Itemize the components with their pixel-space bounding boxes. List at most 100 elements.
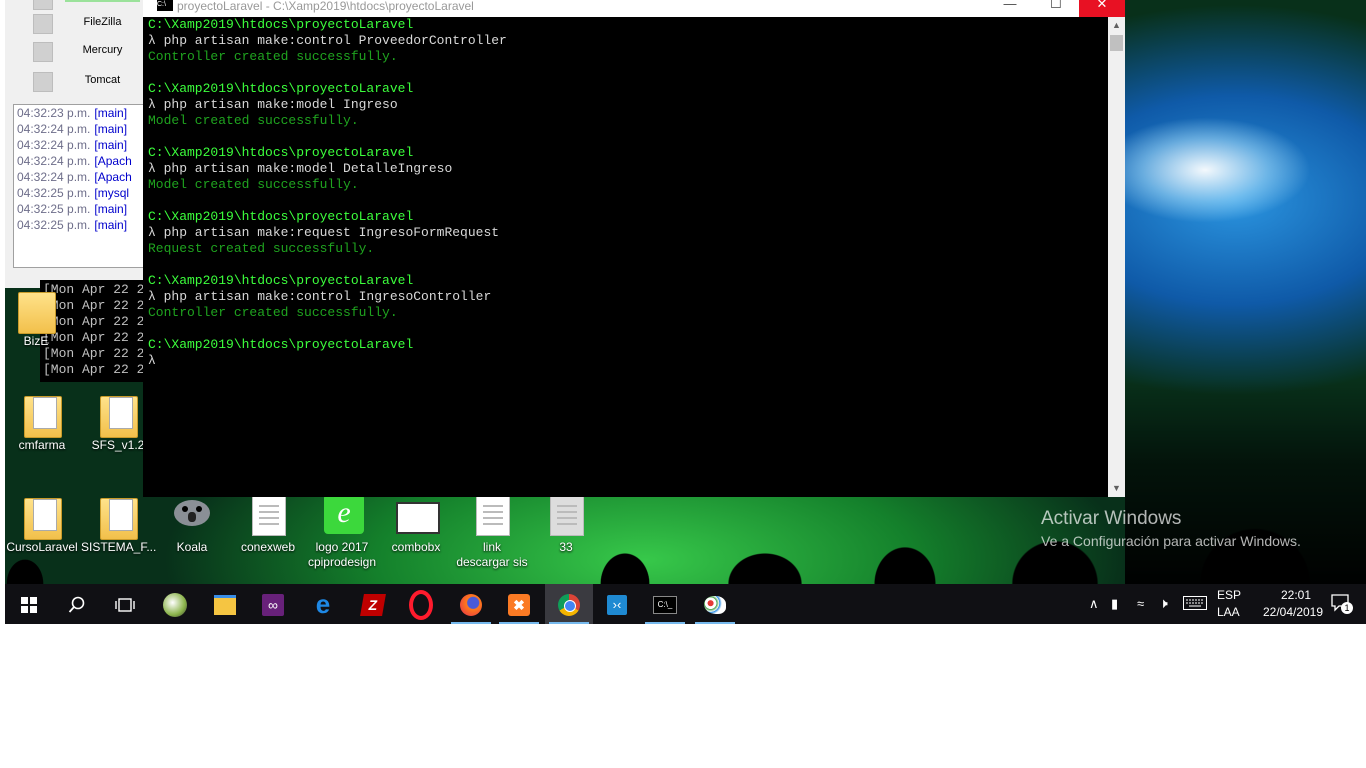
service-name: Tomcat	[84, 74, 121, 86]
show-hidden-icons-chevron-up-icon[interactable]: ∧	[1089, 596, 1099, 624]
scroll-thumb[interactable]	[1110, 35, 1123, 51]
image-icon: e	[324, 494, 364, 538]
log-entry: 04:32:25 p.m. [main]	[17, 202, 128, 216]
icon-label: SISTEMA_F...	[81, 540, 157, 554]
desktop-icon-conexweb[interactable]: conexweb	[231, 494, 305, 555]
file-icon	[250, 494, 286, 538]
running-indicator	[695, 622, 735, 624]
terminal-line-ok: Controller created successfully.	[148, 305, 398, 320]
service-status-running	[65, 0, 140, 2]
input-layout[interactable]: LAA	[1217, 605, 1240, 619]
wifi-icon[interactable]: ≈	[1137, 596, 1144, 624]
desktop-icon-logo[interactable]: e logo 2017 cpiprodesign	[305, 494, 379, 570]
desktop-icon-sistema[interactable]: SISTEMA_F...	[81, 494, 157, 555]
icon-label: 33	[559, 540, 573, 554]
terminal-line-path: C:\Xamp2019\htdocs\proyectoLaravel	[148, 145, 414, 160]
desktop: FileZilla Mercury Tomcat 04:32:23 p.m. [m…	[5, 0, 1366, 624]
file-icon	[548, 494, 584, 538]
image-icon	[396, 494, 440, 538]
log-entry: 04:32:24 p.m. [main]	[17, 122, 128, 136]
terminal-line-cmd: λ php artisan make:request IngresoFormRe…	[148, 225, 500, 240]
input-language[interactable]: ESP	[1217, 588, 1241, 602]
paint-icon[interactable]	[691, 584, 739, 624]
action-center-icon[interactable]: 1	[1331, 594, 1353, 624]
service-checkbox[interactable]	[33, 42, 53, 62]
terminal-line-cmd: λ php artisan make:control ProveedorCont…	[148, 33, 507, 48]
log-entry: 04:32:24 p.m. [Apach	[17, 154, 132, 168]
file-icon	[474, 494, 510, 538]
folder-icon	[18, 288, 56, 334]
close-button[interactable]: ✕	[1079, 0, 1125, 17]
terminal-line-ok: Model created successfully.	[148, 113, 359, 128]
clock-time[interactable]: 22:01	[1261, 588, 1331, 602]
service-row-mercury: Mercury	[5, 38, 145, 66]
terminal-scrollbar[interactable]: ▲ ▼	[1108, 17, 1125, 497]
volume-icon[interactable]: 🕨	[1159, 595, 1168, 624]
opera-icon[interactable]	[397, 584, 445, 624]
task-view-icon[interactable]	[101, 584, 149, 624]
chrome-icon[interactable]	[545, 584, 593, 624]
terminal-line-ok: Controller created successfully.	[148, 49, 398, 64]
maximize-button[interactable]: ☐	[1033, 0, 1079, 17]
search-icon[interactable]	[53, 584, 101, 624]
log-entry: 04:32:23 p.m. [main]	[17, 106, 128, 120]
icon-label: CursoLaravel	[6, 540, 78, 554]
service-checkbox[interactable]	[33, 72, 53, 92]
desktop-icon-combobx[interactable]: combobx	[379, 494, 453, 555]
inkscape-icon[interactable]	[151, 584, 199, 624]
edge-icon[interactable]: e	[299, 584, 347, 624]
log-entry: 04:32:25 p.m. [main]	[17, 218, 128, 232]
service-checkbox[interactable]	[33, 14, 53, 34]
clock-date[interactable]: 22/04/2019	[1253, 605, 1333, 619]
desktop-icon-cmfarma[interactable]: cmfarma	[5, 392, 79, 453]
keyboard-icon[interactable]	[1183, 596, 1207, 624]
terminal-line-cmd: λ php artisan make:model Ingreso	[148, 97, 398, 112]
folder-icon	[24, 494, 62, 540]
desktop-icon-cursolaravel[interactable]: CursoLaravel	[5, 494, 79, 555]
battery-icon[interactable]: ▮	[1111, 596, 1118, 624]
firefox-icon[interactable]	[447, 584, 495, 624]
desktop-icon-link[interactable]: link descargar sis	[455, 494, 529, 570]
xampp-icon[interactable]: ✖	[495, 584, 543, 624]
running-indicator	[645, 622, 685, 624]
running-indicator	[451, 622, 491, 624]
desktop-icon-33[interactable]: 33	[529, 494, 603, 555]
terminal-line-ok: Request created successfully.	[148, 241, 375, 256]
desktop-icon-bize[interactable]: BizE	[5, 288, 73, 349]
terminal-line-path: C:\Xamp2019\htdocs\proyectoLaravel	[148, 273, 414, 288]
desktop-icon-koala[interactable]: Koala	[155, 494, 229, 555]
visual-studio-icon[interactable]: ∞	[249, 584, 297, 624]
icon-label: Koala	[176, 540, 208, 554]
minimize-button[interactable]: —	[987, 0, 1033, 17]
scroll-down-arrow-icon[interactable]: ▼	[1108, 480, 1125, 497]
terminal-line-ok: Model created successfully.	[148, 177, 359, 192]
icon-label: logo 2017 cpiprodesign	[307, 540, 377, 569]
folder-icon	[100, 494, 138, 540]
terminal-line-path: C:\Xamp2019\htdocs\proyectoLaravel	[148, 17, 414, 32]
terminal-line-path: C:\Xamp2019\htdocs\proyectoLaravel	[148, 337, 414, 352]
windows-start-icon[interactable]	[5, 584, 53, 624]
xampp-log-panel[interactable]: 04:32:23 p.m. [main] 04:32:24 p.m. [main] …	[13, 104, 147, 268]
vscode-icon[interactable]: ›‹	[593, 584, 641, 624]
terminal-line-cmd: λ	[148, 353, 156, 368]
xampp-control-panel: FileZilla Mercury Tomcat 04:32:23 p.m. [m…	[5, 0, 147, 288]
filezilla-icon[interactable]: Z	[349, 584, 397, 624]
terminal-output[interactable]: C:\Xamp2019\htdocs\proyectoLaravel λ php …	[143, 17, 1113, 497]
service-name: Mercury	[82, 44, 123, 56]
service-checkbox[interactable]	[33, 0, 53, 10]
wallpaper-shadow	[1125, 380, 1366, 590]
icon-label: BizE	[23, 334, 49, 348]
service-row-tomcat: Tomcat	[5, 68, 145, 96]
cmder-icon[interactable]: C:\_	[641, 584, 689, 624]
terminal-window[interactable]: C:\ proyectoLaravel - C:\Xamp2019\htdocs…	[143, 0, 1125, 497]
terminal-titlebar[interactable]: C:\ proyectoLaravel - C:\Xamp2019\htdocs…	[143, 0, 1125, 17]
file-explorer-icon[interactable]	[201, 584, 249, 624]
activation-title: Activar Windows	[1041, 508, 1182, 529]
scroll-up-arrow-icon[interactable]: ▲	[1108, 17, 1125, 34]
terminal-line-cmd: λ php artisan make:model DetalleIngreso	[148, 161, 453, 176]
activation-subtitle: Ve a Configuración para activar Windows.	[1041, 533, 1301, 549]
